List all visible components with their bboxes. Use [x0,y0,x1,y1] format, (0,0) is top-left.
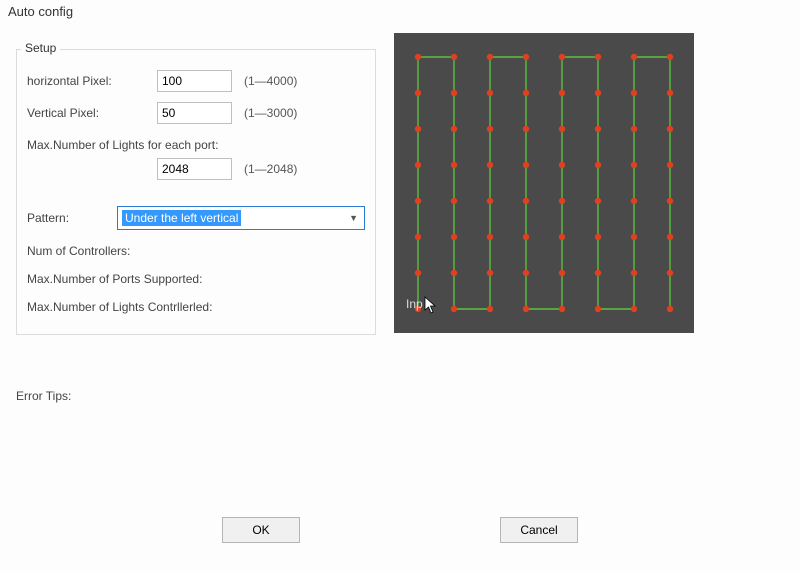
vertical-pixel-range: (1—3000) [244,106,297,120]
horizontal-pixel-label: horizontal Pixel: [27,74,157,88]
horizontal-pixel-row: horizontal Pixel: (1—4000) [27,70,365,92]
ok-button[interactable]: OK [222,517,300,543]
error-tips-label: Error Tips: [16,389,376,403]
cancel-button[interactable]: Cancel [500,517,578,543]
pattern-dropdown[interactable]: Under the left vertical ▼ [117,206,365,230]
pattern-row: Pattern: Under the left vertical ▼ [27,206,365,230]
max-lights-input[interactable] [157,158,232,180]
pattern-label: Pattern: [27,211,117,225]
left-panel: Setup horizontal Pixel: (1—4000) Vertica… [16,31,376,403]
horizontal-pixel-range: (1—4000) [244,74,297,88]
vertical-pixel-label: Vertical Pixel: [27,106,157,120]
preview-panel: Inp [394,33,694,333]
setup-legend: Setup [21,41,60,55]
preview-grid [394,33,694,333]
max-ports-label: Max.Number of Ports Supported: [27,272,365,286]
num-controllers-label: Num of Controllers: [27,244,365,258]
max-lights-controlled-label: Max.Number of Lights Contrllerled: [27,300,365,314]
setup-group: Setup horizontal Pixel: (1—4000) Vertica… [16,49,376,335]
pattern-selected-value: Under the left vertical [122,210,241,226]
content-area: Setup horizontal Pixel: (1—4000) Vertica… [0,23,800,403]
button-row: OK Cancel [0,517,800,543]
horizontal-pixel-input[interactable] [157,70,232,92]
vertical-pixel-input[interactable] [157,102,232,124]
chevron-down-icon: ▼ [349,213,358,223]
dialog-window: Auto config Setup horizontal Pixel: (1—4… [0,0,800,573]
max-lights-row: (1—2048) [27,158,365,180]
vertical-pixel-row: Vertical Pixel: (1—3000) [27,102,365,124]
window-title: Auto config [0,0,800,23]
max-lights-label: Max.Number of Lights for each port: [27,138,365,152]
preview-input-label: Inp [406,297,423,311]
max-lights-range: (1—2048) [244,162,297,176]
